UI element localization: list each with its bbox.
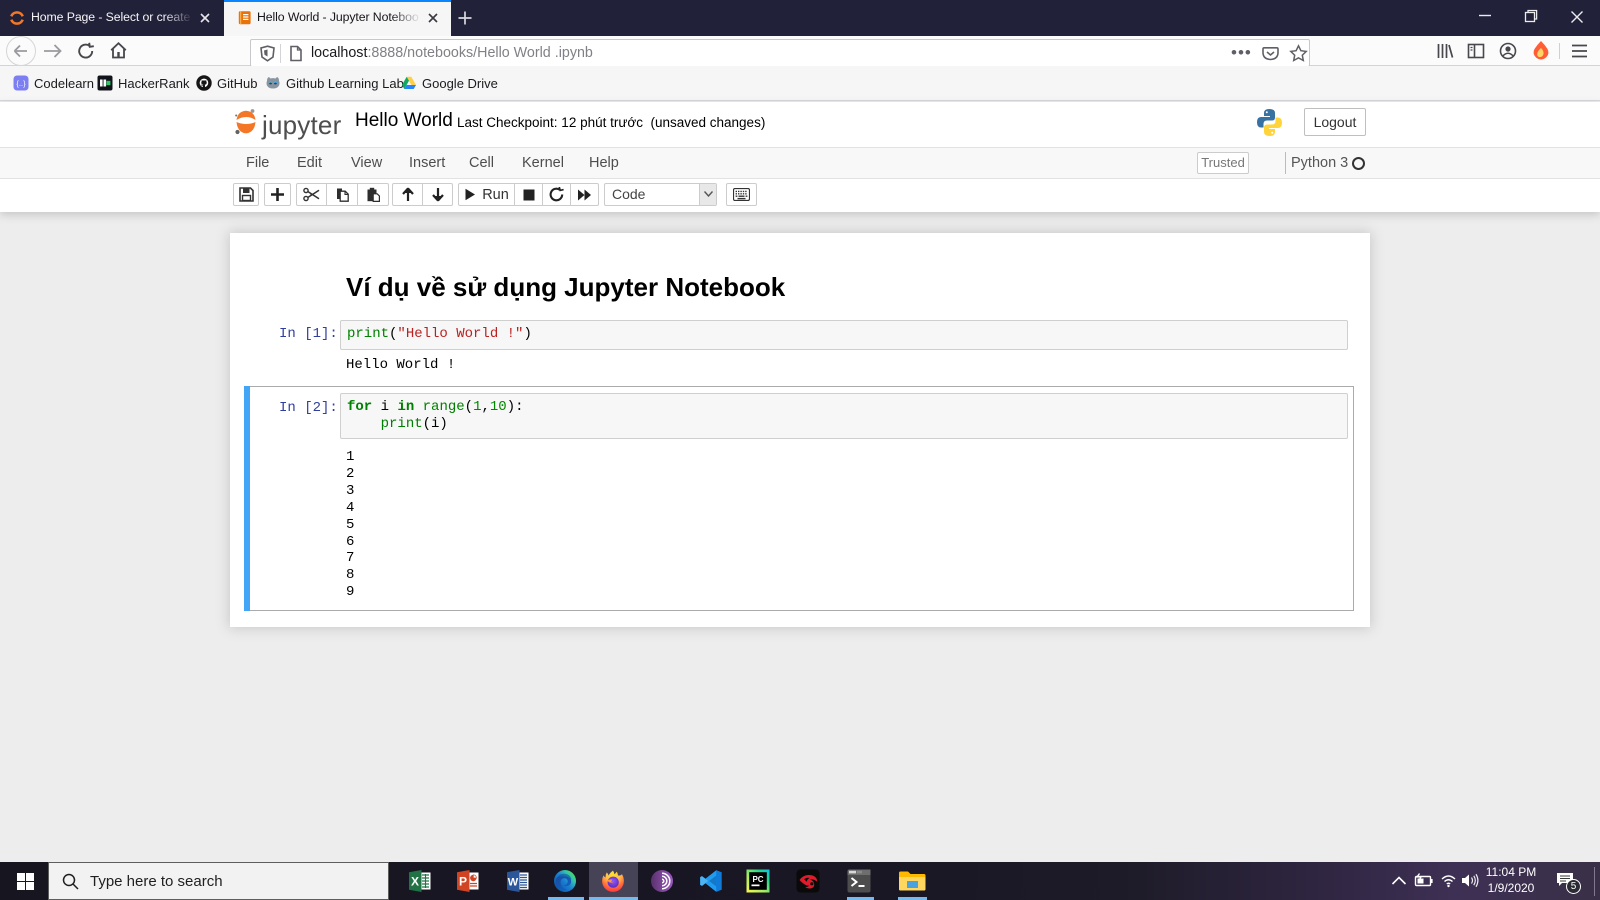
svg-text:W: W <box>508 876 519 888</box>
svg-text:P: P <box>459 874 467 888</box>
svg-text:{..}: {..} <box>16 79 26 88</box>
svg-text:PC: PC <box>752 875 763 884</box>
svg-text:X: X <box>411 874 419 888</box>
